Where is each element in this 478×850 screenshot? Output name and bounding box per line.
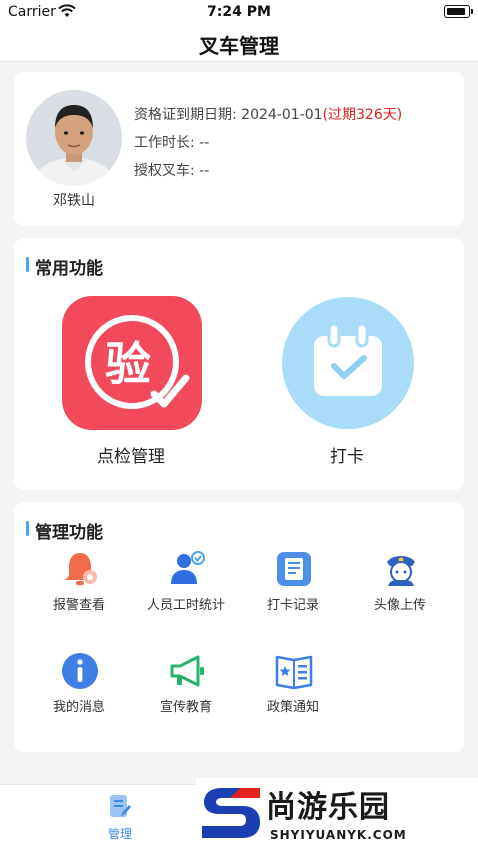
cert-expiry-line: 资格证到期日期: 2024-01-01(过期326天) <box>134 104 402 124</box>
management-functions-card: 管理功能 报警查看 人员工时统计 打卡记录 头像上传 我的消息 宣传教育 政策通… <box>14 502 464 752</box>
inspection-label: 点检管理 <box>97 447 165 467</box>
police-avatar-icon <box>387 556 415 586</box>
staff-hours-button[interactable]: 人员工时统计 <box>136 550 236 630</box>
management-tab-icon <box>110 795 131 817</box>
watermark: 尚游乐园 SHYIYUANYK.COM <box>196 778 478 850</box>
my-messages-button[interactable]: 我的消息 <box>29 652 129 732</box>
inspection-icon: 验 <box>62 296 202 430</box>
policy-notice-button[interactable]: 政策通知 <box>243 652 343 732</box>
avatar-upload-label: 头像上传 <box>373 598 426 613</box>
user-name: 邓铁山 <box>53 193 95 209</box>
battery-icon <box>444 5 473 18</box>
clock-records-label: 打卡记录 <box>266 598 319 613</box>
section-title: 管理功能 <box>35 523 103 543</box>
my-messages-label: 我的消息 <box>52 700 105 715</box>
section-accent-bar <box>26 257 29 272</box>
cert-expiry-label: 资格证到期日期: <box>134 107 242 123</box>
policy-book-icon <box>275 655 313 690</box>
avatar-photo-icon <box>26 90 122 186</box>
clock-record-icon <box>277 552 311 586</box>
inspection-glyph: 验 <box>105 337 151 391</box>
watermark-logo-icon <box>202 788 260 838</box>
status-time: 7:24 PM <box>207 4 271 20</box>
avatar-upload-button[interactable]: 头像上传 <box>350 550 450 630</box>
page-title: 叉车管理 <box>199 34 279 58</box>
watermark-text: 尚游乐园 <box>266 790 390 825</box>
clock-in-button[interactable]: 打卡 <box>272 296 422 476</box>
watermark-url: SHYIYUANYK.COM <box>270 828 407 842</box>
info-icon <box>62 653 98 689</box>
tab-management-label: 管理 <box>107 827 132 841</box>
inspection-management-button[interactable]: 验 点检管理 <box>56 296 206 476</box>
education-button[interactable]: 宣传教育 <box>136 652 236 732</box>
clock-in-label: 打卡 <box>330 447 364 467</box>
megaphone-icon <box>170 655 204 687</box>
alarm-view-label: 报警查看 <box>52 598 105 613</box>
calendar-check-icon <box>282 297 414 429</box>
profile-card: 邓铁山 资格证到期日期: 2024-01-01(过期326天) 工作时长: --… <box>14 72 464 226</box>
cert-expired-status: (过期326天) <box>322 107 403 123</box>
work-duration: 工作时长: -- <box>134 135 210 151</box>
user-stats-icon <box>171 551 205 584</box>
section-title: 常用功能 <box>35 259 103 279</box>
common-functions-card: 常用功能 验 点检管理 打卡 <box>14 238 464 490</box>
clock-records-button[interactable]: 打卡记录 <box>243 550 343 630</box>
cert-expiry-date: 2024-01-01 <box>241 107 323 123</box>
alarm-view-button[interactable]: 报警查看 <box>29 550 129 630</box>
section-accent-bar <box>26 521 29 536</box>
alarm-bell-icon <box>65 553 97 585</box>
avatar[interactable] <box>26 90 122 186</box>
nav-bar: 叉车管理 <box>0 24 478 62</box>
policy-notice-label: 政策通知 <box>266 700 319 715</box>
status-bar: Carrier 7:24 PM <box>0 0 478 24</box>
authorized-forklift: 授权叉车: -- <box>134 163 210 179</box>
education-label: 宣传教育 <box>159 700 212 715</box>
tab-management[interactable]: 管理 <box>90 791 150 843</box>
staff-hours-label: 人员工时统计 <box>146 598 225 613</box>
